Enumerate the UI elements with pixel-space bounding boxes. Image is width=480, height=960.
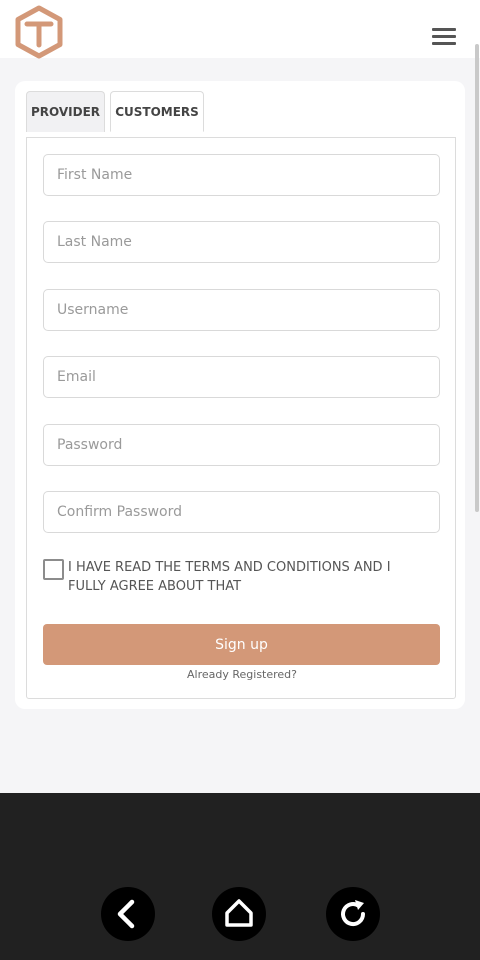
last-name-input[interactable]: [43, 221, 440, 263]
bottom-navigation-bar: [0, 793, 480, 960]
confirm-password-input[interactable]: [43, 491, 440, 533]
password-input[interactable]: [43, 424, 440, 466]
terms-checkbox[interactable]: [43, 559, 64, 580]
hexagon-t-logo-icon[interactable]: [13, 5, 65, 59]
chevron-left-icon: [117, 899, 135, 929]
terms-label: I HAVE READ THE TERMS AND CONDITIONS AND…: [68, 560, 391, 594]
signup-card: PROVIDER CUSTOMERS I HAVE READ THE TERMS…: [15, 81, 465, 709]
hamburger-menu-icon[interactable]: [430, 26, 458, 48]
tab-customers[interactable]: CUSTOMERS: [110, 91, 204, 132]
first-name-input[interactable]: [43, 154, 440, 196]
refresh-icon: [341, 900, 366, 927]
scrollbar[interactable]: [475, 44, 479, 512]
back-button[interactable]: [101, 887, 155, 941]
email-input[interactable]: [43, 356, 440, 398]
signup-button[interactable]: Sign up: [43, 624, 440, 665]
signup-form-panel: I HAVE READ THE TERMS AND CONDITIONS AND…: [26, 137, 456, 699]
home-button[interactable]: [212, 887, 266, 941]
top-bar: [0, 0, 480, 59]
refresh-button[interactable]: [326, 887, 380, 941]
already-registered-link[interactable]: Already Registered?: [27, 668, 457, 681]
username-input[interactable]: [43, 289, 440, 331]
home-icon: [225, 899, 253, 927]
tab-provider[interactable]: PROVIDER: [26, 91, 105, 132]
